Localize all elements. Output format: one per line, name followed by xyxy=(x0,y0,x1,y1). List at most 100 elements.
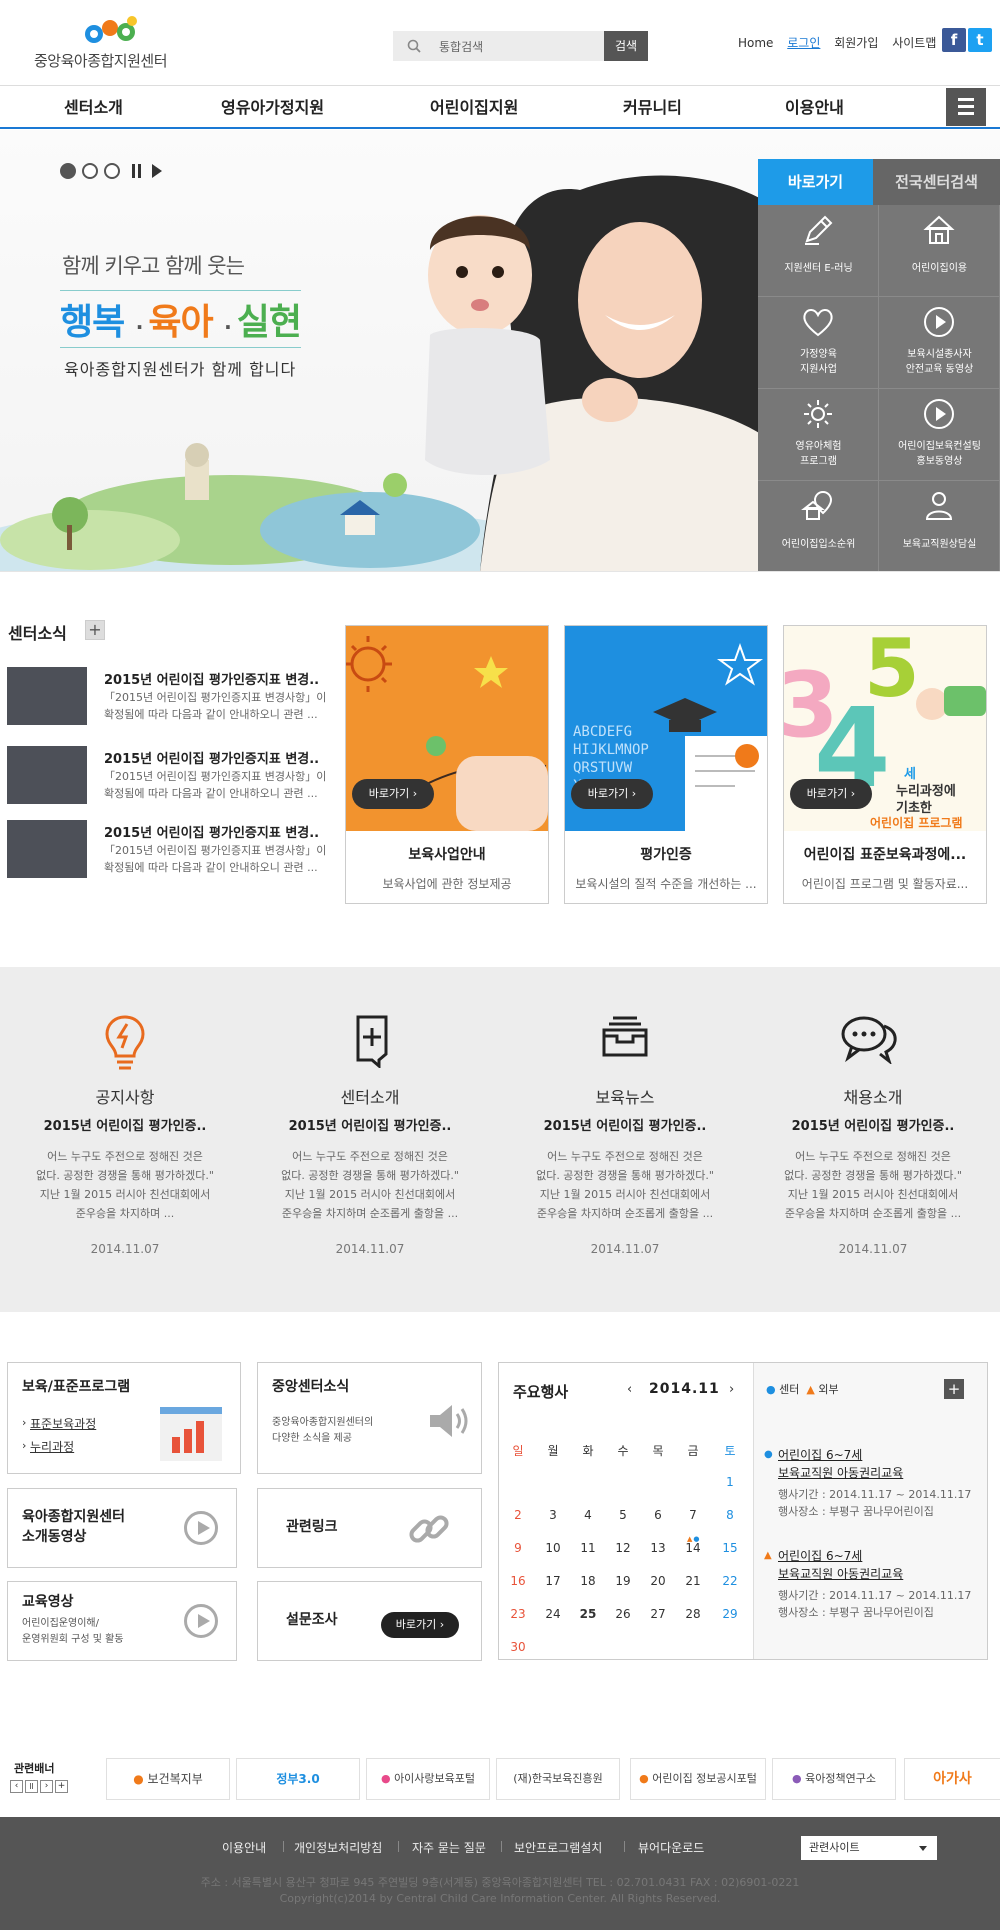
footer-link-viewer[interactable]: 뷰어다운로드 xyxy=(638,1839,704,1856)
slide-dot-1[interactable] xyxy=(60,163,76,179)
footer-link-guide[interactable]: 이용안내 xyxy=(222,1839,266,1856)
card-childcare-business[interactable]: 바로가기 › 보육사업안내 보육사업에 관한 정보제공 xyxy=(345,625,549,904)
news-item[interactable]: 2015년 어린이집 평가인증지표 변경.. 「2015년 어린이집 평가인증지… xyxy=(7,746,337,806)
calendar-day[interactable]: 17 xyxy=(538,1574,568,1588)
calendar-day[interactable]: 18 xyxy=(573,1574,603,1588)
related-site-select[interactable]: 관련사이트 xyxy=(801,1836,937,1860)
quick-item-staff-counsel[interactable]: 보육교직원상담실 xyxy=(879,481,1000,571)
news-title[interactable]: 2015년 어린이집 평가인증지표 변경.. xyxy=(104,748,319,767)
intro-video-box[interactable]: 육아종합지원센터 소개동영상 xyxy=(7,1488,237,1568)
footer-link-privacy[interactable]: 개인정보처리방침 xyxy=(294,1839,382,1856)
banner-mohw[interactable]: ● 보건복지부 xyxy=(106,1758,230,1800)
home-link[interactable]: Home xyxy=(738,36,773,50)
quick-item-admission-rank[interactable]: 어린이집입소순위 xyxy=(758,481,879,571)
calendar-day[interactable]: 22 xyxy=(715,1574,745,1588)
calendar-day[interactable]: 29 xyxy=(715,1607,745,1621)
calendar-day[interactable]: 27 xyxy=(643,1607,673,1621)
quick-item-consulting-video[interactable]: 어린이집보육컨설팅 홍보동영상 xyxy=(879,389,1000,481)
calendar-day[interactable]: 30 xyxy=(503,1640,533,1654)
calendar-day[interactable]: 20 xyxy=(643,1574,673,1588)
calendar-day[interactable]: 10 xyxy=(538,1541,568,1555)
facebook-icon[interactable]: f xyxy=(942,28,966,52)
news-item[interactable]: 2015년 어린이집 평가인증지표 변경.. 「2015년 어린이집 평가인증지… xyxy=(7,820,337,880)
center-notice-box[interactable]: 중앙센터소식 중앙육아종합지원센터의 다양한 소식을 제공 xyxy=(257,1362,482,1474)
banner-info-portal[interactable]: ● 어린이집 정보공시포털 xyxy=(630,1758,766,1800)
calendar-day[interactable]: 5 xyxy=(608,1508,638,1522)
footer-link-security[interactable]: 보안프로그램설치 xyxy=(514,1839,602,1856)
sitemap-link[interactable]: 사이트맵 xyxy=(892,36,936,50)
tab-center-search[interactable]: 전국센터검색 xyxy=(873,159,1000,205)
related-links-box[interactable]: 관련링크 xyxy=(257,1488,482,1568)
card-standard-curriculum[interactable]: 3 4 5 세 누리과정에 기초한 어린이집 프로그램 바로가기 › 어린이집 … xyxy=(783,625,987,904)
search-button[interactable]: 검색 xyxy=(604,31,648,61)
event-title[interactable]: 어린이집 6~7세 보육교직원 아동권리교육 xyxy=(764,1446,984,1482)
twitter-icon[interactable]: t xyxy=(968,28,992,52)
calendar-day[interactable]: 16 xyxy=(503,1574,533,1588)
event-title[interactable]: 어린이집 6~7세 보육교직원 아동권리교육 xyxy=(764,1547,984,1583)
quick-item-daycare-use[interactable]: 어린이집이용 xyxy=(879,205,1000,297)
card-accreditation[interactable]: ABCDEFG HIJKLMNOP QRSTUVW XYZ 바로가기 › 평가인… xyxy=(564,625,768,904)
calendar-day[interactable]: 21 xyxy=(678,1574,708,1588)
board-title[interactable]: 2015년 어린이집 평가인증.. xyxy=(500,1115,750,1134)
calendar-day[interactable]: 11 xyxy=(573,1541,603,1555)
calendar-prev-button[interactable]: ‹ xyxy=(627,1382,632,1397)
calendar-day[interactable]: 4 xyxy=(573,1508,603,1522)
banner-kcpi[interactable]: (재)한국보육진흥원 xyxy=(496,1758,620,1800)
board-title[interactable]: 2015년 어린이집 평가인증.. xyxy=(245,1115,495,1134)
calendar-day[interactable]: 25 xyxy=(573,1607,603,1621)
calendar-day[interactable]: 1 xyxy=(715,1475,745,1489)
event-item[interactable]: ● 어린이집 6~7세 보육교직원 아동권리교육 행사기간 : 2014.11.1… xyxy=(764,1446,984,1520)
event-more-button[interactable]: + xyxy=(944,1379,964,1399)
edu-video-box[interactable]: 교육영상 어린이집운영이해/운영위원회 구성 및 활동 xyxy=(7,1581,237,1661)
join-link[interactable]: 회원가입 xyxy=(834,36,878,50)
tab-quick-links[interactable]: 바로가기 xyxy=(758,159,873,205)
board-recruit[interactable]: 채용소개 2015년 어린이집 평가인증.. 어느 누구도 주전으로 정해진 것… xyxy=(748,967,998,1312)
survey-go-button[interactable]: 바로가기 › xyxy=(381,1612,459,1638)
card-go-button[interactable]: 바로가기 › xyxy=(790,779,872,809)
quick-item-safety-video[interactable]: 보육시설종사자 안전교육 동영상 xyxy=(879,297,1000,389)
banner-isarang[interactable]: ● 아이사랑보육포털 xyxy=(366,1758,490,1800)
banner-more-button[interactable]: + xyxy=(55,1780,68,1793)
login-link[interactable]: 로그인 xyxy=(787,36,820,50)
gnb-item-family[interactable]: 영유아가정지원 xyxy=(221,94,324,118)
news-item[interactable]: 2015년 어린이집 평가인증지표 변경.. 「2015년 어린이집 평가인증지… xyxy=(7,667,337,727)
calendar-day[interactable]: 26 xyxy=(608,1607,638,1621)
menu-icon[interactable] xyxy=(946,88,986,126)
calendar-day[interactable]: 13 xyxy=(643,1541,673,1555)
program-link-nuri[interactable]: 누리과정 xyxy=(30,1438,74,1455)
calendar-day[interactable]: 9 xyxy=(503,1541,533,1555)
banner-gov30[interactable]: 정부3.0 xyxy=(236,1758,360,1800)
card-go-button[interactable]: 바로가기 › xyxy=(571,779,653,809)
banner-kicce[interactable]: ● 육아정책연구소 xyxy=(772,1758,896,1800)
quick-item-elearning[interactable]: 지원센터 E-러닝 xyxy=(758,205,879,297)
board-title[interactable]: 2015년 어린이집 평가인증.. xyxy=(0,1115,250,1134)
banner-prev-button[interactable]: ‹ xyxy=(10,1780,23,1793)
slide-dot-2[interactable] xyxy=(82,163,98,179)
calendar-day[interactable]: 15 xyxy=(715,1541,745,1555)
news-title[interactable]: 2015년 어린이집 평가인증지표 변경.. xyxy=(104,822,319,841)
footer-link-faq[interactable]: 자주 묻는 질문 xyxy=(412,1839,486,1856)
calendar-day[interactable]: 23 xyxy=(503,1607,533,1621)
banner-next-button[interactable]: › xyxy=(40,1780,53,1793)
calendar-day[interactable]: 19 xyxy=(608,1574,638,1588)
gnb-item-center[interactable]: 센터소개 xyxy=(64,94,123,118)
gnb-item-daycare[interactable]: 어린이집지원 xyxy=(430,94,518,118)
calendar-next-button[interactable]: › xyxy=(729,1382,734,1397)
calendar-day[interactable]: 2 xyxy=(503,1508,533,1522)
pause-icon[interactable] xyxy=(131,164,143,178)
card-go-button[interactable]: 바로가기 › xyxy=(352,779,434,809)
site-logo[interactable]: 중앙육아종합지원센터 xyxy=(30,14,190,74)
calendar-day[interactable]: 28 xyxy=(678,1607,708,1621)
search-input[interactable]: 통합검색 xyxy=(439,38,483,55)
calendar-day[interactable]: 12 xyxy=(608,1541,638,1555)
gnb-item-guide[interactable]: 이용안내 xyxy=(785,94,844,118)
board-notice[interactable]: 공지사항 2015년 어린이집 평가인증.. 어느 누구도 주전으로 정해진 것… xyxy=(0,967,250,1312)
calendar-day[interactable]: 14 xyxy=(678,1541,708,1555)
play-circle-icon[interactable] xyxy=(184,1511,218,1545)
slide-dot-3[interactable] xyxy=(104,163,120,179)
board-center-intro[interactable]: 센터소개 2015년 어린이집 평가인증.. 어느 누구도 주전으로 정해진 것… xyxy=(245,967,495,1312)
banner-agasa[interactable]: 아가사 xyxy=(904,1758,1000,1800)
play-circle-icon[interactable] xyxy=(184,1604,218,1638)
gnb-item-community[interactable]: 커뮤니티 xyxy=(623,94,682,118)
calendar-day[interactable]: 6 xyxy=(643,1508,673,1522)
